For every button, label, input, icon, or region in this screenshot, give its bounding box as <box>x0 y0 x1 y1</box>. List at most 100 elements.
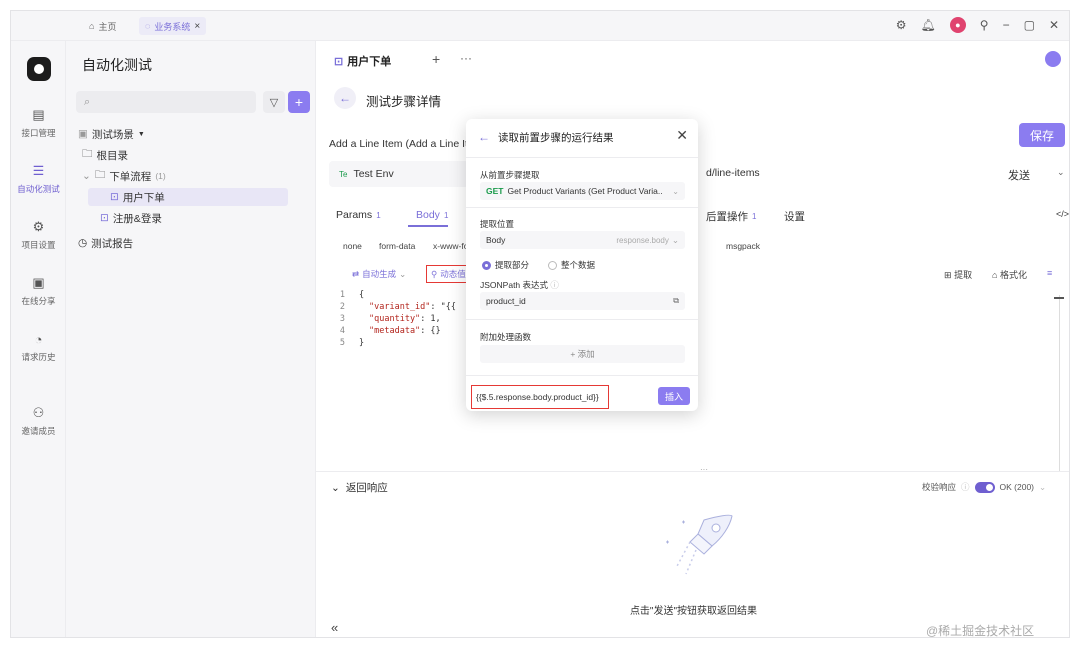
wand-icon: ⚲ <box>431 268 438 279</box>
help-icon: ⓘ <box>550 280 559 290</box>
nav-rail: ▤ 接口管理 ☰ 自动化测试 ⚙ 项目设置 ▣ 在线分享 ◔ 请求历史 ⚇ 邀请… <box>11 41 66 637</box>
save-button[interactable]: 保存 <box>1019 123 1065 147</box>
plus-icon: + <box>294 94 304 110</box>
api-icon: ▤ <box>32 107 45 122</box>
app-window: ⌂ 主页 ◌ 业务系统 × ⚙ 🔔︎ ● ⚲ − ▢ ✕ ▤ 接口管理 ☰ 自动… <box>10 10 1070 638</box>
tab-user-order[interactable]: ⊡ 用户下单 <box>334 53 391 69</box>
close-icon[interactable]: ✕ <box>676 127 688 144</box>
rail-item-api[interactable]: ▤ 接口管理 <box>11 107 66 139</box>
dynamic-value-button[interactable]: ⚲ 动态值 <box>431 268 466 280</box>
radio-extract-part[interactable]: 提取部分 <box>482 259 529 271</box>
tab-home[interactable]: ⌂ 主页 <box>89 17 116 35</box>
search-input[interactable]: ⌕ <box>76 91 256 113</box>
settings-icon: ⚙ <box>32 219 45 234</box>
wrap-icon[interactable]: ≡ <box>1047 268 1052 278</box>
bell-icon[interactable]: 🔔︎ <box>921 18 936 32</box>
editor-scrollbar[interactable] <box>1059 295 1060 485</box>
format-button[interactable]: ⌂ 格式化 <box>992 268 1027 281</box>
minimize-icon[interactable]: − <box>1003 18 1010 32</box>
tree-item-report[interactable]: ◷ 测试报告 <box>78 234 133 252</box>
divider <box>466 375 698 376</box>
rail-item-history[interactable]: ◔ 请求历史 <box>11 331 66 363</box>
env-select[interactable]: Te Test Env <box>329 161 469 187</box>
close-icon[interactable]: × <box>194 21 200 32</box>
gear-icon[interactable]: ⚙ <box>896 18 907 32</box>
title-bar: ⌂ 主页 ◌ 业务系统 × ⚙ 🔔︎ ● ⚲ − ▢ ✕ <box>11 11 1069 41</box>
app-logo <box>27 57 51 81</box>
response-panel: ⌄ 返回响应 校验响应 ⓘ OK (200) ⌄ 点击"发送"按钮获取返回结果 … <box>316 471 1069 638</box>
filter-button[interactable]: ▽ <box>263 91 285 113</box>
jsonpath-label: JSONPath 表达式 ⓘ <box>480 280 559 290</box>
expression-preview: {{$.5.response.body.product_id}} <box>471 385 609 409</box>
body-type-form-data[interactable]: form-data <box>379 241 415 251</box>
filter-icon: ▽ <box>269 96 279 109</box>
rail-item-automation[interactable]: ☰ 自动化测试 <box>11 163 66 195</box>
new-tab-button[interactable]: + <box>432 51 440 67</box>
extract-result-popover: ← 读取前置步骤的运行结果 ✕ 从前置步骤提取 GET Get Product … <box>466 119 698 411</box>
arrow-left-icon: ← <box>339 91 351 105</box>
tab-body[interactable]: Body 1 <box>416 209 448 221</box>
collapse-sidebar-button[interactable]: « <box>331 620 338 635</box>
invite-icon: ⚇ <box>32 405 45 420</box>
chevron-down-icon[interactable]: ⌄ <box>1057 167 1065 178</box>
scroll-thumb[interactable] <box>1054 297 1064 299</box>
info-icon: ⓘ <box>961 482 970 492</box>
radio-on <box>482 260 491 270</box>
watermark: @稀土掘金技术社区 <box>926 624 1035 638</box>
caret-down-icon[interactable]: ▼ <box>138 131 145 138</box>
chevron-down-icon: ⌄ <box>671 234 679 245</box>
insert-button[interactable]: 插入 <box>658 387 690 405</box>
case-icon: ⊡ <box>100 212 109 224</box>
folder-icon: 🗀︎ <box>82 148 93 160</box>
body-type-msgpack[interactable]: msgpack <box>726 241 760 251</box>
verify-toggle[interactable] <box>974 481 995 493</box>
tab-params[interactable]: Params 1 <box>336 209 381 221</box>
tab-post-actions[interactable]: 后置操作 1 <box>706 209 756 224</box>
scenario-tree-panel: 自动化测试 ⌕ ▽ + ▣ 测试场景 ▼ 🗀︎ 根目录 ⌄ 🗀︎ 下单流程 (1… <box>66 41 316 637</box>
back-arrow-icon[interactable]: ← <box>478 130 490 144</box>
auto-generate-button[interactable]: ⇄ 自动生成 ⌄ <box>352 268 406 280</box>
tab-settings[interactable]: 设置 <box>784 209 805 224</box>
external-link-icon[interactable]: ⧉ <box>673 296 679 306</box>
window-close-icon[interactable]: ✕ <box>1049 18 1059 32</box>
pin-icon[interactable]: ⚲ <box>980 18 989 32</box>
tree-item-user-order[interactable]: ⊡ 用户下单 <box>88 188 288 206</box>
body-type-none[interactable]: none <box>343 241 362 251</box>
response-header[interactable]: ⌄ 返回响应 <box>331 480 388 495</box>
clock-icon: ◷ <box>78 237 88 249</box>
tab-business-system[interactable]: ◌ 业务系统 × <box>139 17 207 35</box>
send-button[interactable]: 发送 <box>1008 167 1030 183</box>
chevron-down-icon[interactable]: ⌄ <box>1039 482 1046 493</box>
empty-hint: 点击"发送"按钮获取返回结果 <box>629 606 758 617</box>
tree-item-register-login[interactable]: ⊡ 注册&登录 <box>100 209 162 227</box>
radio-whole-data[interactable]: 整个数据 <box>548 259 595 271</box>
tree-item-order-flow[interactable]: ⌄ 🗀︎ 下单流程 (1) <box>82 167 166 185</box>
format-icon: ⌂ <box>992 270 998 280</box>
url-field[interactable]: d/line-items <box>706 167 760 179</box>
avatar[interactable]: ● <box>949 17 966 33</box>
tree-item-root[interactable]: 🗀︎ 根目录 <box>82 146 128 164</box>
from-step-select[interactable]: GET Get Product Variants (Get Product Va… <box>480 182 685 200</box>
add-button[interactable]: + <box>288 91 310 113</box>
chevron-down-icon: ⌄ <box>82 170 91 182</box>
rail-item-share[interactable]: ▣ 在线分享 <box>11 275 66 307</box>
jsonpath-input[interactable]: product_id ⧉ <box>480 292 685 310</box>
scenario-icon: ▣ <box>78 128 88 140</box>
status-indicator[interactable] <box>1045 51 1061 67</box>
active-tab-indicator <box>408 225 448 227</box>
rail-item-settings[interactable]: ⚙ 项目设置 <box>11 219 66 251</box>
page-title: 测试步骤详情 <box>366 95 442 109</box>
case-icon: ⊡ <box>110 191 119 203</box>
rail-item-invite[interactable]: ⚇ 邀请成员 <box>11 405 66 437</box>
code-icon[interactable]: </> <box>1056 209 1069 219</box>
maximize-icon[interactable]: ▢ <box>1024 18 1035 32</box>
function-label: 附加处理函数 <box>480 332 532 342</box>
add-function-button[interactable]: + 添加 <box>480 345 685 363</box>
divider <box>466 207 698 208</box>
back-button[interactable]: ← <box>334 87 356 109</box>
more-icon[interactable]: ··· <box>460 51 472 65</box>
extract-button[interactable]: ⊞ 提取 <box>944 268 972 281</box>
share-icon: ▣ <box>32 275 45 290</box>
tree-section-scenarios[interactable]: ▣ 测试场景 ▼ <box>78 125 145 143</box>
position-select[interactable]: Body response.body ⌄ <box>480 231 685 249</box>
